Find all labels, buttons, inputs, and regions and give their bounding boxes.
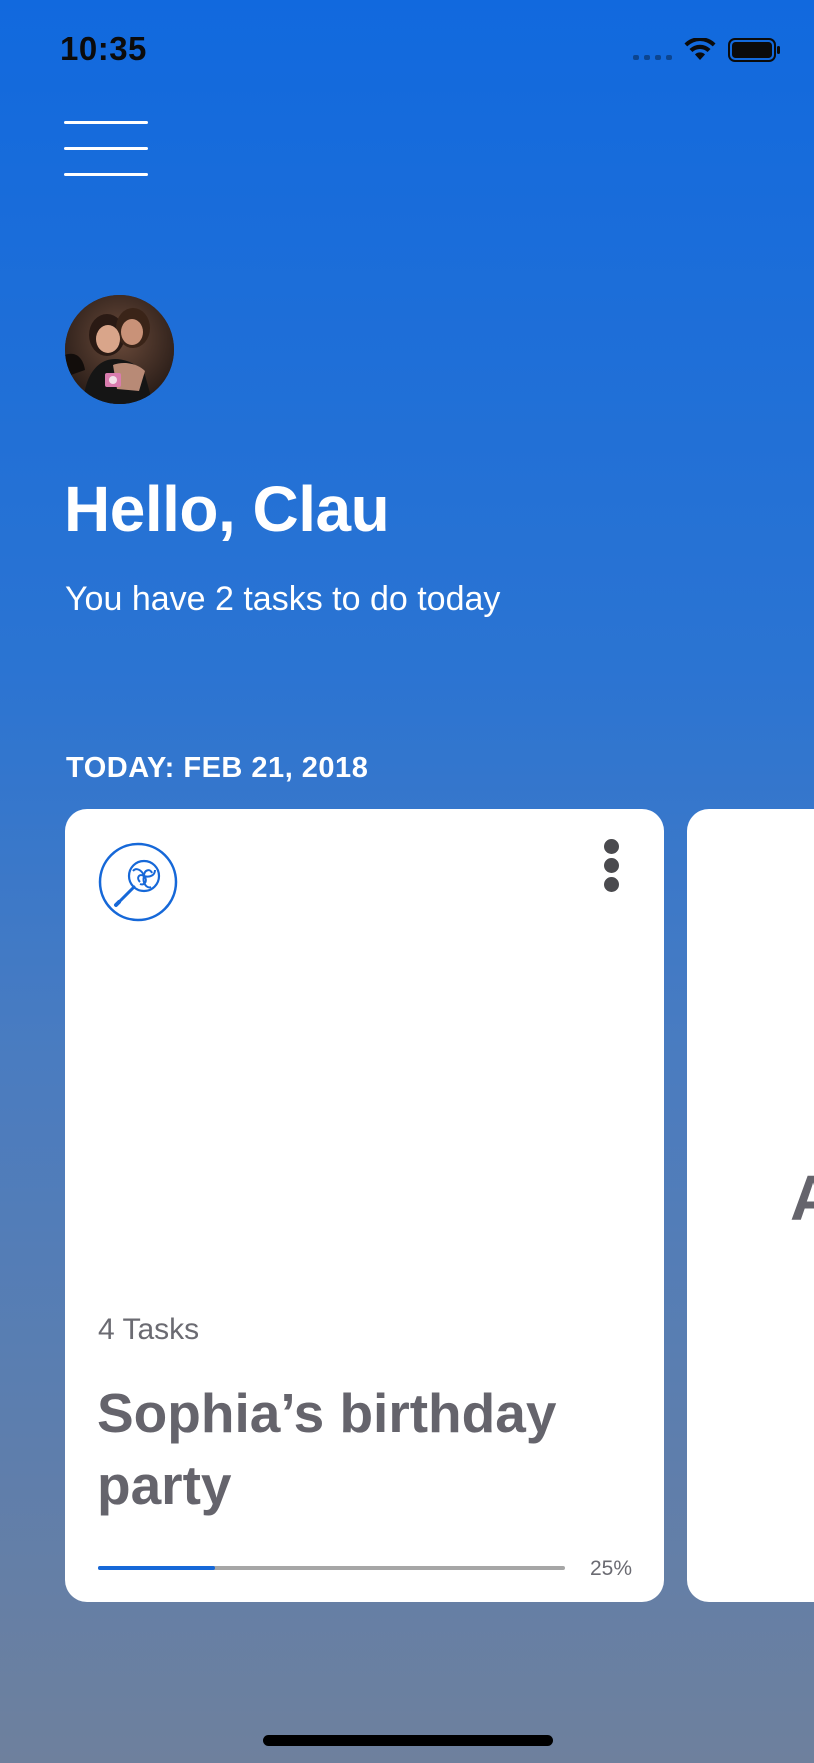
wifi-icon — [684, 38, 716, 62]
hamburger-menu-icon[interactable] — [64, 121, 148, 177]
avatar[interactable] — [65, 295, 174, 404]
card-title: A — [790, 1162, 814, 1234]
task-card[interactable]: 4 Tasks Sophia’s birthday party 25% — [65, 809, 664, 1602]
progress-bar — [98, 1566, 565, 1570]
task-count: 4 Tasks — [98, 1313, 200, 1346]
progress-percent: 25% — [589, 1557, 632, 1580]
cellular-signal-icon — [633, 40, 672, 60]
card-title: Sophia’s birthday party — [97, 1382, 557, 1516]
more-options-icon[interactable] — [600, 839, 624, 893]
greeting-title: Hello, Clau — [64, 473, 390, 545]
progress-fill — [98, 1566, 215, 1570]
status-icons — [633, 34, 782, 66]
date-label: TODAY: FEB 21, 2018 — [66, 752, 369, 784]
status-time: 10:35 — [60, 30, 147, 67]
task-card-next[interactable]: A — [687, 809, 814, 1602]
tasks-summary: You have 2 tasks to do today — [65, 580, 501, 618]
battery-icon — [728, 37, 782, 63]
lollipop-icon — [98, 842, 178, 922]
home-indicator[interactable] — [263, 1735, 553, 1746]
